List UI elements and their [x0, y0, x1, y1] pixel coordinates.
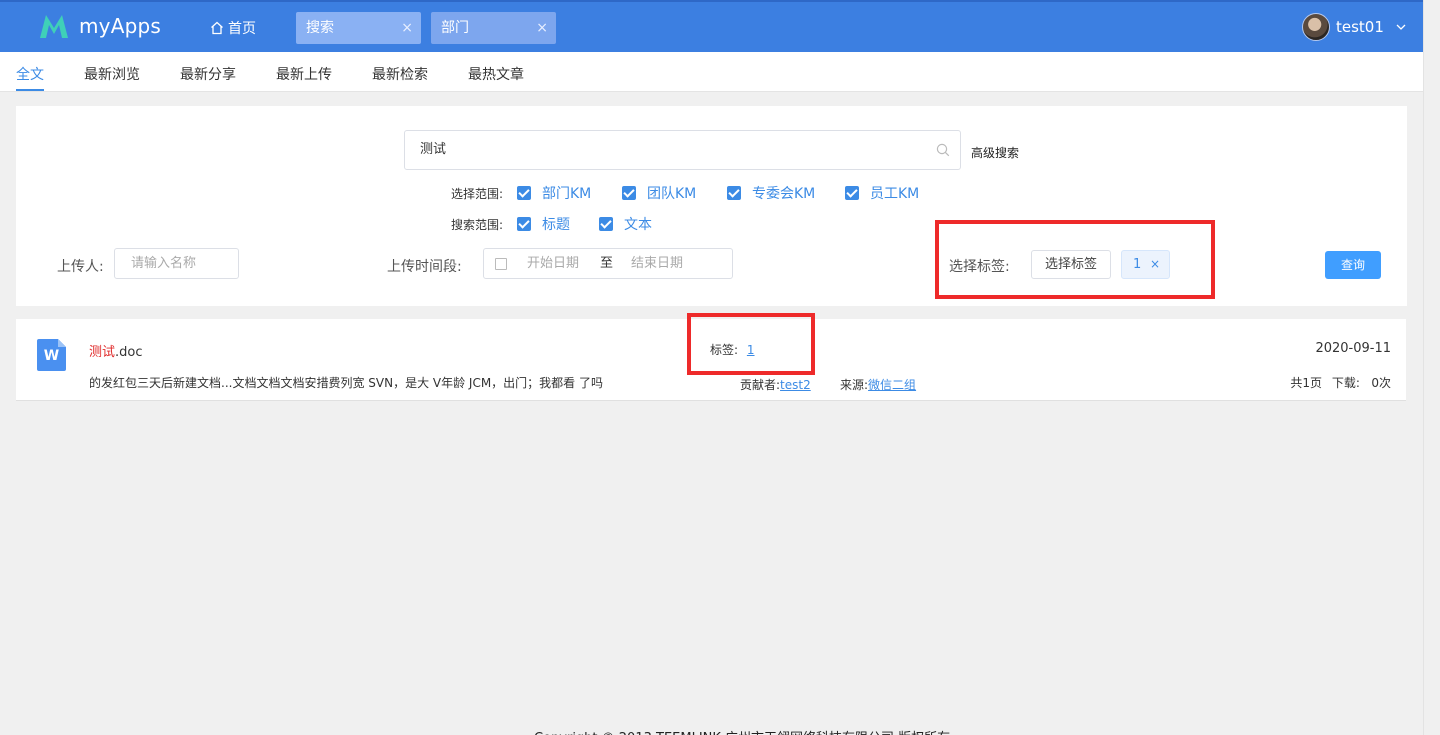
range-separator: 至 [600, 256, 614, 271]
source-link[interactable]: 微信二组 [868, 378, 916, 392]
tab-recent-shares[interactable]: 最新分享 [180, 64, 236, 84]
home-icon [211, 21, 223, 35]
tab-search-label: 搜索 [306, 20, 334, 36]
close-icon[interactable]: × [401, 12, 413, 44]
top-header: myApps 首页 搜索 × 部门 × test01 [0, 0, 1423, 52]
contributor-label: 贡献者: [740, 378, 781, 392]
logo-m-icon [40, 15, 68, 38]
calendar-icon [495, 258, 507, 270]
app-logo[interactable]: myApps [38, 12, 161, 40]
result-date: 2020-09-11 [1315, 341, 1391, 356]
search-icon[interactable] [936, 143, 950, 157]
period-label: 上传时间段: [387, 259, 462, 275]
user-name: test01 [1336, 18, 1384, 36]
scope-text-checkbox[interactable]: 文本 [599, 214, 652, 234]
scope-staff-checkbox[interactable]: 员工KM [845, 183, 919, 203]
scope-dept-checkbox[interactable]: 部门KM [517, 183, 591, 203]
tab-hot-articles[interactable]: 最热文章 [468, 64, 524, 84]
checkbox-checked-icon [845, 186, 859, 200]
scope-team-checkbox[interactable]: 团队KM [622, 183, 696, 203]
tab-recent-views[interactable]: 最新浏览 [84, 64, 140, 84]
scope-title-label: 标题 [542, 217, 570, 233]
title-highlight: 测试 [89, 345, 116, 360]
brand-name: myApps [79, 14, 162, 38]
checkbox-checked-icon [622, 186, 636, 200]
tab-fulltext[interactable]: 全文 [16, 64, 44, 84]
highlight-box-tag-select [935, 220, 1215, 299]
highlight-box-result-tag [687, 313, 815, 375]
query-button[interactable]: 查询 [1325, 251, 1381, 279]
vertical-scrollbar[interactable] [1423, 0, 1440, 735]
home-label: 首页 [228, 21, 256, 37]
date-range-picker[interactable]: 开始日期 至 结束日期 [483, 248, 733, 279]
home-link[interactable]: 首页 [210, 18, 256, 38]
tab-department[interactable]: 部门 × [431, 12, 556, 44]
tab-recent-searches[interactable]: 最新检索 [372, 64, 428, 84]
sub-navigation: 全文 最新浏览 最新分享 最新上传 最新检索 最热文章 [0, 52, 1423, 92]
close-icon[interactable]: × [536, 12, 548, 44]
result-contributor: 贡献者:test2 [740, 376, 811, 393]
scope-text-label: 文本 [624, 217, 652, 233]
result-title[interactable]: 测试.doc [89, 341, 143, 360]
tab-department-label: 部门 [441, 20, 469, 36]
end-date-input[interactable]: 结束日期 [631, 249, 683, 278]
source-label: 来源: [840, 378, 869, 392]
checkbox-checked-icon [727, 186, 741, 200]
checkbox-checked-icon [517, 217, 531, 231]
tab-search[interactable]: 搜索 × [296, 12, 421, 44]
word-doc-icon: W [37, 339, 66, 371]
page-count: 共1页 [1290, 376, 1323, 390]
download-count: 下载: 0次 [1331, 376, 1391, 390]
scope-dept-label: 部门KM [542, 186, 592, 202]
result-source: 来源:微信二组 [840, 376, 916, 393]
result-stats: 共1页 下载: 0次 [1290, 374, 1391, 391]
uploader-label: 上传人: [57, 259, 104, 275]
avatar [1302, 13, 1330, 41]
uploader-placeholder: 请输入名称 [131, 256, 197, 271]
search-query: 测试 [420, 142, 447, 157]
tab-recent-uploads[interactable]: 最新上传 [276, 64, 332, 84]
checkbox-checked-icon [517, 186, 531, 200]
uploader-input[interactable]: 请输入名称 [114, 248, 239, 279]
search-scope-label: 搜索范围: [451, 218, 504, 232]
active-tab-indicator [16, 89, 44, 91]
search-input[interactable]: 测试 [404, 130, 961, 170]
contributor-link[interactable]: test2 [780, 378, 811, 392]
scope-title-checkbox[interactable]: 标题 [517, 214, 570, 234]
scope-team-label: 团队KM [647, 186, 697, 202]
advanced-search-link[interactable]: 高级搜索 [971, 144, 1019, 161]
checkbox-checked-icon [599, 217, 613, 231]
scope-committee-checkbox[interactable]: 专委会KM [727, 183, 815, 203]
user-menu[interactable]: test01 [1302, 13, 1406, 41]
scope-label: 选择范围: [451, 187, 504, 201]
chevron-down-icon [1396, 24, 1406, 30]
scope-committee-label: 专委会KM [752, 186, 816, 202]
footer-copyright: Copyright © 2013 TEEMLINK 广州市天翎网络科技有限公司 … [534, 727, 950, 735]
title-rest: .doc [115, 345, 143, 360]
result-snippet: 的发红包三天后新建文档...文档文档文档安措费列宽 SVN，是大 V年龄 JCM… [89, 376, 603, 390]
scope-staff-label: 员工KM [870, 186, 920, 202]
start-date-input[interactable]: 开始日期 [527, 249, 579, 278]
